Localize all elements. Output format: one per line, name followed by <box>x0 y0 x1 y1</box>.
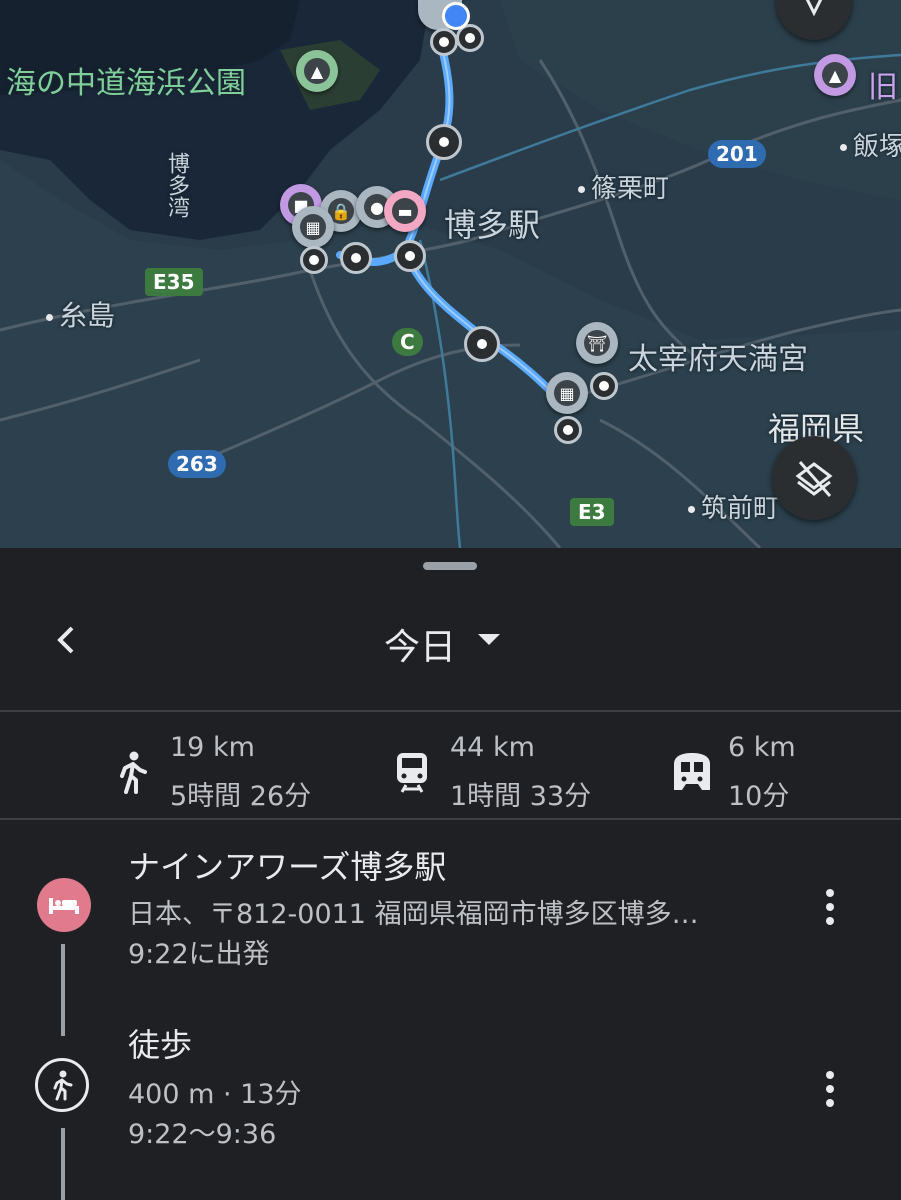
attraction-pin[interactable]: ▲ <box>814 54 856 96</box>
route-shield-c: C <box>392 328 423 356</box>
layers-off-button[interactable] <box>772 436 856 520</box>
bed-icon: ▬ <box>392 198 418 224</box>
route-stop[interactable] <box>590 372 618 400</box>
itinerary-item-hotel[interactable]: ナインアワーズ博多駅 日本、〒812-0011 福岡県福岡市博多区博多… 9:2… <box>0 838 901 970</box>
item-address: 日本、〒812-0011 福岡県福岡市博多区博多… <box>128 899 699 930</box>
walk-stop[interactable] <box>340 242 372 274</box>
route-stop[interactable] <box>394 240 426 272</box>
divider <box>0 710 901 712</box>
map-label-sasaguri: 篠栗町 <box>578 168 669 205</box>
caret-down-icon[interactable] <box>478 634 500 645</box>
train-distance: 44 km <box>450 732 535 763</box>
divider <box>0 818 901 820</box>
subway-icon <box>670 750 714 794</box>
layers-off-icon <box>795 461 833 497</box>
sheet-drag-handle[interactable] <box>423 562 477 570</box>
map-label-bay: 博多湾 <box>164 152 189 218</box>
map-label-hakata-station: 博多駅 <box>444 206 541 244</box>
hotel-icon <box>37 878 91 932</box>
subway-distance: 6 km <box>728 732 796 763</box>
more-vert-icon <box>826 889 834 897</box>
train-stop[interactable] <box>426 124 462 160</box>
train-icon <box>392 750 436 794</box>
park-pin[interactable]: ▲ <box>296 50 338 92</box>
walk-icon <box>35 1058 89 1112</box>
map-label-dazaifu: 太宰府天満宮 <box>628 342 808 377</box>
route-shield-263: 263 <box>168 450 226 478</box>
hotel-pin[interactable]: ▬ <box>384 190 426 232</box>
item-detail: 400 m · 13分 <box>128 1079 302 1110</box>
train-station-pin-dazaifu[interactable]: ▦ <box>546 372 588 414</box>
route-stop[interactable] <box>554 416 582 444</box>
train-station-pin[interactable]: ▦ <box>292 206 334 248</box>
train-icon: ▦ <box>300 214 326 240</box>
more-options-button[interactable] <box>812 1064 848 1114</box>
walk-duration: 5時間 26分 <box>170 781 312 812</box>
chevron-left-icon <box>57 626 74 654</box>
train-stop[interactable] <box>464 326 500 362</box>
route-stop[interactable] <box>430 28 458 56</box>
back-button[interactable] <box>50 620 90 664</box>
subway-duration: 10分 <box>728 781 790 812</box>
map-label-park: 海の中道海浜公園 <box>6 66 246 101</box>
torii-icon: ⛩ <box>584 330 610 356</box>
item-time-range: 9:22〜9:36 <box>128 1119 277 1150</box>
attraction-icon: ▲ <box>822 62 848 88</box>
item-departure-time: 9:22に出発 <box>128 939 270 970</box>
more-vert-icon <box>826 1071 834 1079</box>
map-view[interactable]: 海の中道海浜公園 博多湾 篠栗町 博多駅 糸島 太宰府天満宮 福岡県 筑前町 飯… <box>0 0 901 548</box>
map-label-itoshima: 糸島 <box>46 294 115 334</box>
current-location-dot <box>442 2 470 30</box>
item-title: 徒歩 <box>128 1026 193 1064</box>
route-shield-e3: E3 <box>570 498 614 526</box>
train-icon: ▦ <box>554 380 580 406</box>
walk-distance: 19 km <box>170 732 255 763</box>
trip-stats: 19 km 5時間 26分 44 km 1時間 33分 6 km 10分 <box>0 714 901 820</box>
itinerary-item-walk[interactable]: 徒歩 400 m · 13分 9:22〜9:36 <box>0 1018 901 1150</box>
map-label-kyu: 旧 <box>868 70 898 105</box>
day-selector[interactable]: 今日 <box>384 618 456 670</box>
tree-icon: ▲ <box>304 58 330 84</box>
sheet-header: 今日 <box>0 598 901 708</box>
compass-icon <box>805 0 823 17</box>
train-duration: 1時間 33分 <box>450 781 592 812</box>
item-title: ナインアワーズ博多駅 <box>128 848 447 886</box>
route-stop[interactable] <box>300 246 328 274</box>
map-label-chikuzen: 筑前町 <box>688 488 779 525</box>
route-shield-201: 201 <box>708 140 766 168</box>
route-shield-e35: E35 <box>145 268 203 296</box>
map-label-iizuka: 飯塚 <box>840 126 901 163</box>
more-options-button[interactable] <box>812 882 848 932</box>
itinerary-sheet: 今日 19 km 5時間 26分 44 km 1時間 33分 6 km 10分 <box>0 548 901 1200</box>
walk-icon <box>112 750 156 794</box>
shrine-pin[interactable]: ⛩ <box>576 322 618 364</box>
